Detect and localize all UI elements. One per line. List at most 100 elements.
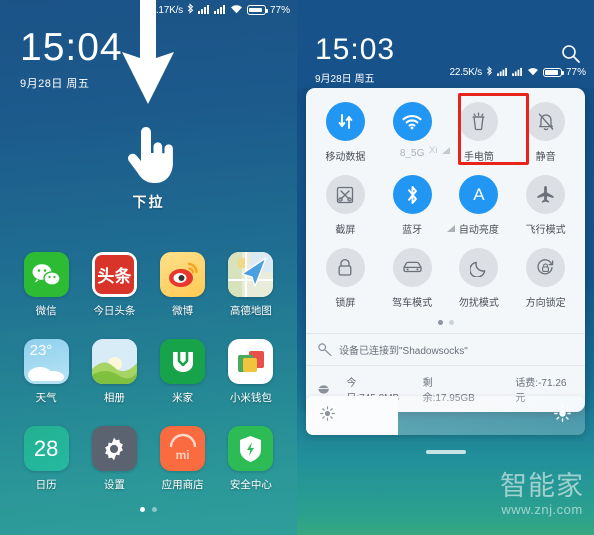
signal-icon-2 xyxy=(512,67,523,79)
quick-settings-panel: 移动数据 8_5G 手电筒 静音 截屏 蓝牙 A 自动亮度 飞行模式 锁屏 驾车… xyxy=(306,88,585,412)
pointing-hand-icon xyxy=(128,127,173,183)
weather-icon: 23° xyxy=(23,339,69,384)
shield-icon xyxy=(228,426,274,471)
qs-tile-airplane-mode[interactable]: 飞行模式 xyxy=(512,175,579,236)
qs-page-dot-active[interactable] xyxy=(437,320,443,325)
clock-date: 9月28日 周五 xyxy=(315,74,375,85)
battery-icon xyxy=(246,5,268,15)
clock-date: 9月28日 周五 xyxy=(20,78,90,90)
wifi-icon xyxy=(392,102,432,141)
app-amap[interactable]: 高德地图 xyxy=(217,252,285,318)
home-indicator[interactable] xyxy=(425,450,466,454)
qs-tile-do-not-disturb[interactable]: 勿扰模式 xyxy=(446,248,513,309)
qs-tile-auto-brightness[interactable]: A 自动亮度 xyxy=(446,175,513,236)
app-label: 设置 xyxy=(103,479,125,491)
quick-settings-page-indicator xyxy=(306,313,585,333)
quick-settings-grid: 移动数据 8_5G 手电筒 静音 截屏 蓝牙 A 自动亮度 飞行模式 锁屏 驾车… xyxy=(306,88,585,313)
signal-icon-2 xyxy=(213,4,226,17)
app-mi-wallet[interactable]: 小米钱包 xyxy=(217,339,285,405)
bluetooth-icon xyxy=(486,66,493,79)
auto-brightness-icon: A xyxy=(459,175,499,214)
amap-icon xyxy=(228,252,274,297)
mobile-data-icon xyxy=(325,102,365,141)
search-icon[interactable] xyxy=(561,44,580,68)
weibo-icon xyxy=(160,252,206,297)
rotation-lock-icon xyxy=(526,248,566,287)
app-store-icon: mi xyxy=(160,426,206,471)
left-phone-home-screen: 1.17K/s 77% 15:04 9月28日 周五 下拉 微信 头条 今日头条… xyxy=(0,0,297,535)
pull-down-label: 下拉 xyxy=(132,194,165,210)
app-label: 相册 xyxy=(103,392,125,404)
qs-label: 飞行模式 xyxy=(525,225,566,236)
app-label: 微博 xyxy=(172,305,194,317)
qs-tile-mute[interactable]: 静音 xyxy=(512,102,579,163)
qs-tile-screenshot[interactable]: 截屏 xyxy=(312,175,379,236)
wifi-subtext: Xi xyxy=(429,145,451,156)
app-gallery[interactable]: 相册 xyxy=(80,339,148,405)
app-weather[interactable]: 23° 天气 xyxy=(12,339,80,405)
sun-large-icon xyxy=(554,404,571,427)
signal-icon xyxy=(197,4,210,17)
watermark-url: www.znj.com xyxy=(501,502,583,517)
right-status-bar: 22.5K/s 77% xyxy=(449,66,586,79)
app-label: 微信 xyxy=(35,305,57,317)
app-weibo[interactable]: 微博 xyxy=(149,252,217,318)
app-label: 天气 xyxy=(35,392,57,404)
app-grid: 微信 头条 今日头条 微博 高德地图 23° 天气 相册 米家 小米钱包 28 … xyxy=(0,252,297,492)
qs-label: 方向锁定 xyxy=(525,298,566,309)
weather-temp: 23° xyxy=(29,342,53,359)
qs-tile-flashlight[interactable]: 手电筒 xyxy=(446,102,513,163)
page-dot[interactable] xyxy=(152,507,157,512)
app-wechat[interactable]: 微信 xyxy=(12,252,80,318)
vpn-status-row[interactable]: 设备已连接到"Shadowsocks" xyxy=(306,333,585,365)
app-label: 米家 xyxy=(172,392,194,404)
calendar-day: 28 xyxy=(33,435,59,461)
qs-tile-bluetooth[interactable]: 蓝牙 xyxy=(379,175,446,236)
qs-label: 截屏 xyxy=(335,225,356,236)
app-label: 今日头条 xyxy=(93,305,136,317)
app-store[interactable]: mi 应用商店 xyxy=(149,426,217,492)
bluetooth-signal-icon xyxy=(447,225,455,232)
mute-bell-icon xyxy=(526,102,566,141)
brightness-slider[interactable] xyxy=(306,396,585,435)
qs-tile-driving-mode[interactable]: 驾车模式 xyxy=(379,248,446,309)
qs-page-dot[interactable] xyxy=(448,320,454,325)
app-settings[interactable]: 设置 xyxy=(80,426,148,492)
clock-time: 15:03 xyxy=(315,33,396,66)
moon-icon xyxy=(459,248,499,287)
gear-icon xyxy=(91,426,137,471)
qs-tile-lock-screen[interactable]: 锁屏 xyxy=(312,248,379,309)
qs-tile-mobile-data[interactable]: 移动数据 xyxy=(312,102,379,163)
qs-label: 驾车模式 xyxy=(392,298,433,309)
qs-label: 蓝牙 xyxy=(402,225,423,236)
bluetooth-icon xyxy=(392,175,432,214)
qs-tile-rotation-lock[interactable]: 方向锁定 xyxy=(512,248,579,309)
lock-icon xyxy=(325,248,365,287)
app-security[interactable]: 安全中心 xyxy=(217,426,285,492)
app-calendar[interactable]: 28 日历 xyxy=(12,426,80,492)
qs-label: 8_5G xyxy=(399,148,425,159)
app-label: 安全中心 xyxy=(229,479,272,491)
sun-small-icon xyxy=(320,405,335,426)
mi-wallet-icon xyxy=(228,339,274,384)
qs-label: 勿扰模式 xyxy=(458,298,499,309)
screenshot-icon xyxy=(325,175,365,214)
qs-label: 手电筒 xyxy=(463,152,494,163)
mihome-icon xyxy=(160,339,206,384)
page-dot-active[interactable] xyxy=(140,507,145,512)
app-label: 高德地图 xyxy=(229,305,272,317)
store-mi-text: mi xyxy=(175,448,190,462)
app-label: 应用商店 xyxy=(161,479,204,491)
clock-time: 15:04 xyxy=(20,26,123,69)
battery-percent: 77% xyxy=(565,67,586,78)
wechat-icon xyxy=(23,252,69,297)
car-icon xyxy=(392,248,432,287)
signal-icon xyxy=(442,147,451,154)
app-toutiao[interactable]: 头条 今日头条 xyxy=(80,252,148,318)
battery-icon xyxy=(542,67,564,78)
qs-label: 移动数据 xyxy=(325,152,366,163)
app-mihome[interactable]: 米家 xyxy=(149,339,217,405)
network-speed: 22.5K/s xyxy=(449,67,482,78)
battery-percent: 77% xyxy=(269,4,290,16)
vpn-key-icon xyxy=(318,343,332,356)
